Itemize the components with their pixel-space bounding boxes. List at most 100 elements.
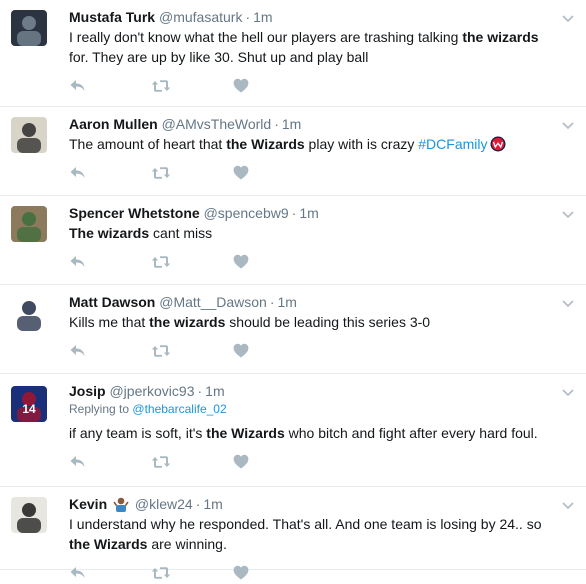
user-handle[interactable]: @spencebw9 bbox=[204, 205, 289, 221]
retweet-icon[interactable] bbox=[151, 165, 171, 181]
like-icon[interactable] bbox=[233, 565, 251, 581]
timestamp[interactable]: 1m bbox=[203, 496, 222, 512]
tweet-text-segment: I really don't know what the hell our pl… bbox=[69, 29, 463, 45]
reply-icon[interactable] bbox=[69, 165, 87, 181]
chevron-down-icon[interactable] bbox=[562, 10, 574, 23]
tweet-text-segment: are winning. bbox=[147, 536, 227, 552]
retweet-icon[interactable] bbox=[151, 343, 171, 359]
like-icon[interactable] bbox=[233, 343, 251, 359]
timestamp[interactable]: 1m bbox=[253, 9, 272, 25]
user-handle[interactable]: @klew24 bbox=[135, 496, 193, 512]
timestamp[interactable]: 1m bbox=[299, 205, 318, 221]
tweet-item[interactable]: Kevin @klew24 · 1m I understand why he resp… bbox=[0, 487, 586, 580]
svg-text:14: 14 bbox=[22, 402, 36, 416]
replying-to-handle[interactable]: @thebarcalife_02 bbox=[132, 402, 226, 416]
tweet-timeline: Mustafa Turk @mufasaturk · 1m I really don'… bbox=[0, 0, 586, 580]
hashtag-link[interactable]: #DCFamily bbox=[418, 136, 487, 152]
tweet-header: Spencer Whetstone @spencebw9 · 1m bbox=[69, 204, 558, 222]
user-handle[interactable]: @jperkovic93 bbox=[109, 383, 194, 399]
tweet-text-segment: who bitch and fight after every hard fou… bbox=[284, 425, 538, 441]
separator-dot: · bbox=[197, 383, 203, 399]
tweet-text-segment: cant miss bbox=[149, 225, 213, 241]
user-handle[interactable]: @AMvsTheWorld bbox=[162, 116, 272, 132]
user-handle[interactable]: @mufasaturk bbox=[159, 9, 242, 25]
tweet-text: I really don't know what the hell our pl… bbox=[69, 27, 558, 67]
tweet-item[interactable]: 14 Josip @jperkovic93 · 1m Replying to @theb… bbox=[0, 374, 586, 487]
timestamp[interactable]: 1m bbox=[205, 383, 224, 399]
display-name[interactable]: Mustafa Turk bbox=[69, 9, 155, 25]
highlighted-keyword: the wizards bbox=[149, 314, 226, 330]
reply-icon[interactable] bbox=[69, 565, 87, 581]
wizards-logo-icon bbox=[490, 136, 506, 152]
separator-dot: · bbox=[245, 9, 251, 25]
tweet-actions bbox=[69, 251, 558, 273]
person-shrugging-emoji bbox=[113, 496, 129, 512]
reply-icon[interactable] bbox=[69, 454, 87, 470]
avatar[interactable] bbox=[11, 117, 47, 153]
chevron-down-icon[interactable] bbox=[562, 384, 574, 397]
retweet-icon[interactable] bbox=[151, 565, 171, 581]
chevron-down-icon[interactable] bbox=[562, 497, 574, 510]
timestamp[interactable]: 1m bbox=[278, 294, 297, 310]
avatar[interactable] bbox=[11, 295, 47, 331]
highlighted-keyword: the Wizards bbox=[206, 425, 285, 441]
replying-to: Replying to @thebarcalife_02 bbox=[69, 401, 558, 417]
avatar[interactable] bbox=[11, 206, 47, 242]
reply-icon[interactable] bbox=[69, 78, 87, 94]
like-icon[interactable] bbox=[233, 254, 251, 270]
tweet-text: I understand why he responded. That's al… bbox=[69, 514, 558, 554]
retweet-icon[interactable] bbox=[151, 454, 171, 470]
chevron-down-icon[interactable] bbox=[562, 117, 574, 130]
tweet-header: Aaron Mullen @AMvsTheWorld · 1m bbox=[69, 115, 558, 133]
like-icon[interactable] bbox=[233, 165, 251, 181]
tweet-text-segment: should be leading this series 3-0 bbox=[225, 314, 431, 330]
tweet-text: The amount of heart that the Wizards pla… bbox=[69, 134, 558, 154]
chevron-down-icon[interactable] bbox=[562, 295, 574, 308]
tweet-item[interactable]: Aaron Mullen @AMvsTheWorld · 1m The amount … bbox=[0, 107, 586, 196]
separator-dot: · bbox=[195, 496, 201, 512]
like-icon[interactable] bbox=[233, 454, 251, 470]
display-name[interactable]: Kevin bbox=[69, 496, 107, 512]
display-name[interactable]: Spencer Whetstone bbox=[69, 205, 200, 221]
tweet-text-segment: if any team is soft, it's bbox=[69, 425, 207, 441]
tweet-text-segment: I understand why he responded. That's al… bbox=[69, 516, 542, 532]
display-name[interactable]: Josip bbox=[69, 383, 106, 399]
separator-dot: · bbox=[291, 205, 297, 221]
tweet-text: if any team is soft, it's the Wizards wh… bbox=[69, 423, 558, 443]
avatar[interactable] bbox=[11, 497, 47, 533]
tweet-text-segment: The amount of heart that bbox=[69, 136, 227, 152]
tweet-header: Mustafa Turk @mufasaturk · 1m bbox=[69, 8, 558, 26]
tweet-actions bbox=[69, 562, 558, 584]
timestamp[interactable]: 1m bbox=[282, 116, 301, 132]
highlighted-keyword: The wizards bbox=[69, 225, 150, 241]
tweet-text-segment: play with is crazy bbox=[304, 136, 419, 152]
tweet-actions bbox=[69, 75, 558, 97]
chevron-down-icon[interactable] bbox=[562, 206, 574, 219]
tweet-item[interactable]: Matt Dawson @Matt__Dawson · 1m Kills me tha… bbox=[0, 285, 586, 374]
tweet-header: Matt Dawson @Matt__Dawson · 1m bbox=[69, 293, 558, 311]
tweet-item[interactable]: Spencer Whetstone @spencebw9 · 1m The wizar… bbox=[0, 196, 586, 285]
tweet-actions bbox=[69, 162, 558, 184]
retweet-icon[interactable] bbox=[151, 78, 171, 94]
reply-icon[interactable] bbox=[69, 254, 87, 270]
tweet-header: Kevin @klew24 · 1m bbox=[69, 495, 558, 513]
avatar[interactable] bbox=[11, 10, 47, 46]
retweet-icon[interactable] bbox=[151, 254, 171, 270]
tweet-text: The wizards cant miss bbox=[69, 223, 558, 243]
tweet-actions bbox=[69, 340, 558, 362]
display-name[interactable]: Aaron Mullen bbox=[69, 116, 158, 132]
highlighted-keyword: the Wizards bbox=[69, 536, 148, 552]
tweet-text-segment: Kills me that bbox=[69, 314, 150, 330]
reply-icon[interactable] bbox=[69, 343, 87, 359]
user-handle[interactable]: @Matt__Dawson bbox=[159, 294, 267, 310]
tweet-actions bbox=[69, 451, 558, 473]
tweet-text: Kills me that the wizards should be lead… bbox=[69, 312, 558, 332]
highlighted-keyword: the wizards bbox=[462, 29, 539, 45]
replying-to-label: Replying to bbox=[69, 402, 130, 416]
tweet-item[interactable]: Mustafa Turk @mufasaturk · 1m I really don'… bbox=[0, 0, 586, 107]
display-name[interactable]: Matt Dawson bbox=[69, 294, 155, 310]
tweet-text-segment: for. They are up by like 30. Shut up and… bbox=[69, 49, 369, 65]
like-icon[interactable] bbox=[233, 78, 251, 94]
separator-dot: · bbox=[274, 116, 279, 132]
avatar[interactable]: 14 bbox=[11, 386, 47, 422]
